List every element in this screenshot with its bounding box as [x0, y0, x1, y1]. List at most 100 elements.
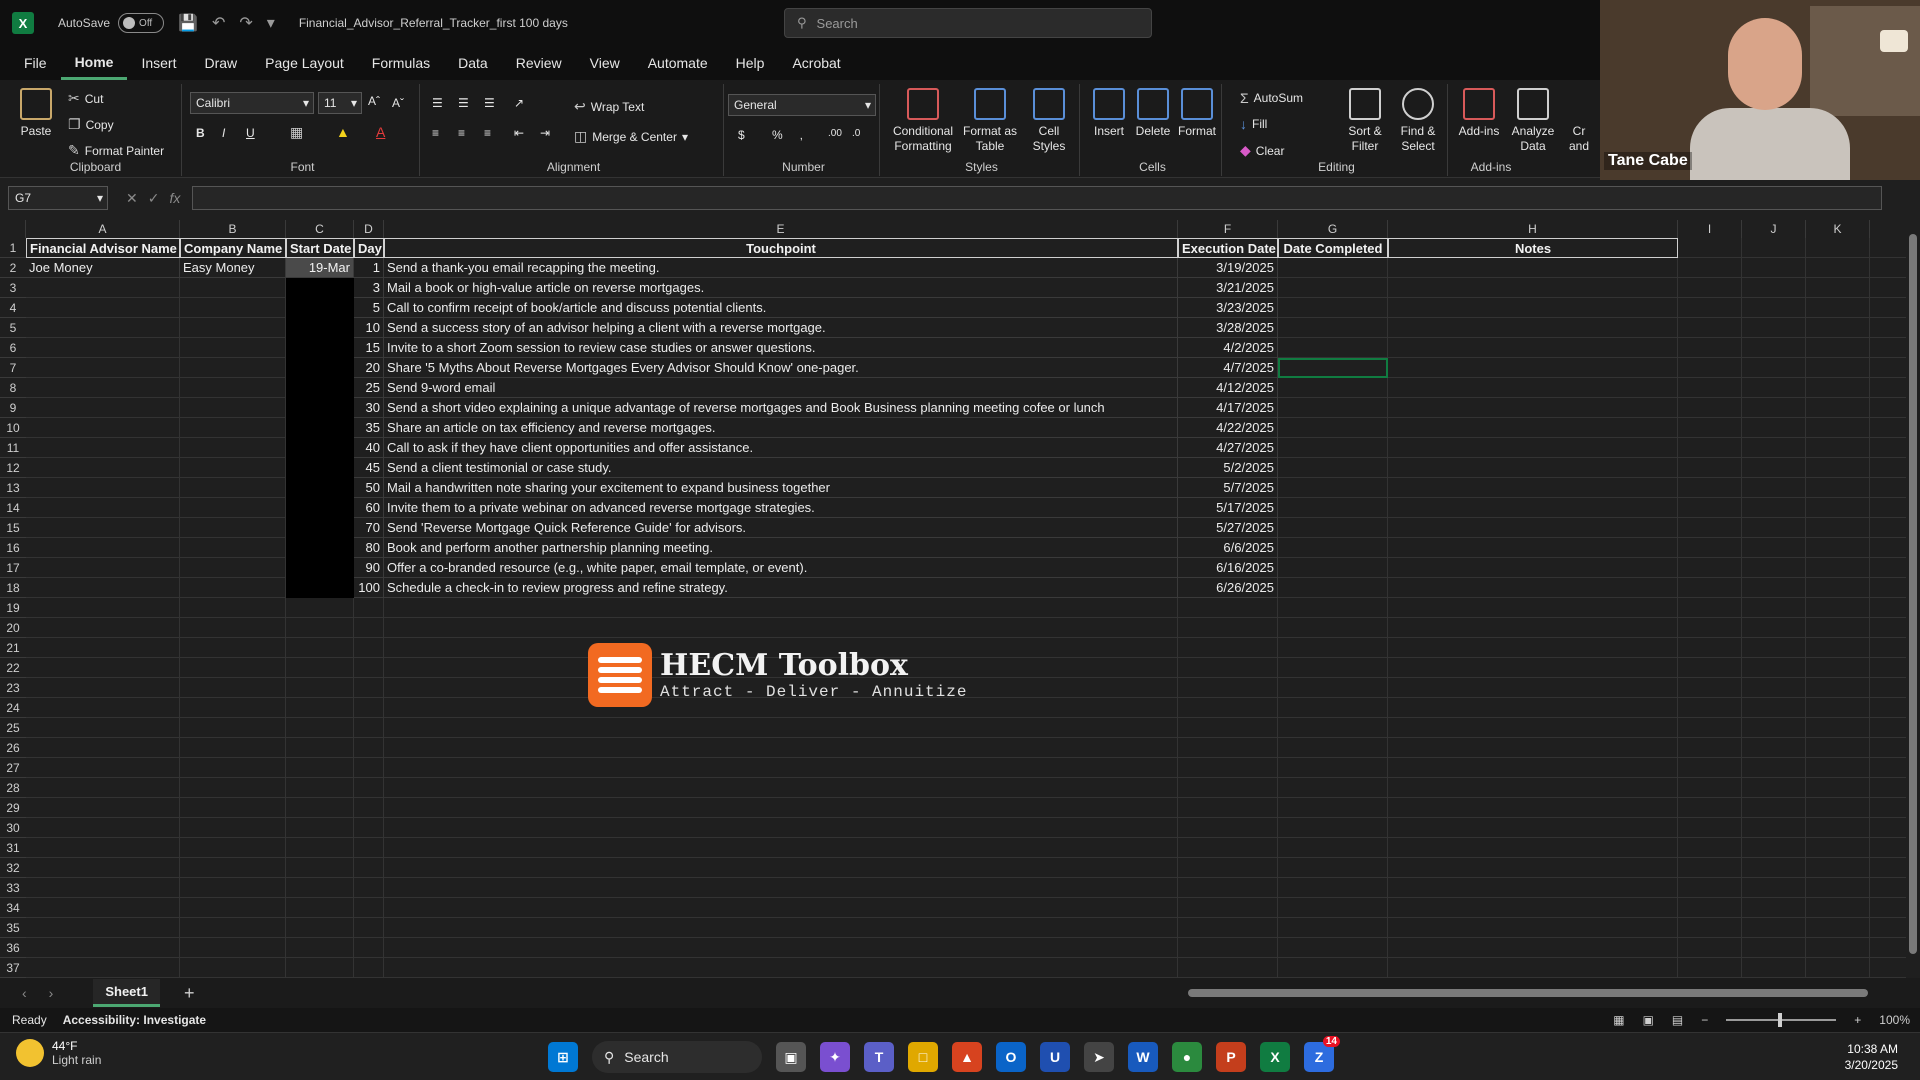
- start-date-cell[interactable]: [286, 338, 354, 358]
- borders-button[interactable]: ▦: [290, 124, 303, 141]
- touchpoint-cell[interactable]: Invite them to a private webinar on adva…: [384, 498, 1178, 518]
- page-layout-view-icon[interactable]: ▣: [1643, 1013, 1654, 1027]
- worksheet-grid[interactable]: A B C D E F G H I J K 1 2 3 4 5 6 7 8 9 10 11 12 13 14 15 16 17 18 19…: [0, 220, 1906, 978]
- row-header[interactable]: 29: [0, 798, 26, 818]
- start-date-cell[interactable]: [286, 498, 354, 518]
- cut-button[interactable]: ✂ Cut: [68, 90, 103, 107]
- touchpoint-cell[interactable]: Share '5 Myths About Reverse Mortgages E…: [384, 358, 1178, 378]
- addins-button[interactable]: Add-ins: [1456, 88, 1502, 139]
- touchpoint-cell[interactable]: Send a thank-you email recapping the mee…: [384, 258, 1178, 278]
- touchpoint-cell[interactable]: Offer a co-branded resource (e.g., white…: [384, 558, 1178, 578]
- formula-input[interactable]: [192, 186, 1883, 210]
- selected-cell-g7[interactable]: [1278, 358, 1388, 378]
- wrap-text-button[interactable]: ↩ Wrap Text: [574, 98, 644, 115]
- start-date-cell[interactable]: [286, 438, 354, 458]
- execution-date-cell[interactable]: 4/22/2025: [1178, 418, 1278, 438]
- windows-start-icon[interactable]: ⊞: [548, 1042, 578, 1072]
- row-header[interactable]: 7: [0, 358, 26, 378]
- accessibility-status[interactable]: Accessibility: Investigate: [63, 1013, 206, 1027]
- check-icon[interactable]: ✓: [148, 190, 160, 207]
- column-header-g[interactable]: G: [1278, 220, 1388, 238]
- tab-view[interactable]: View: [576, 46, 634, 80]
- row-header[interactable]: 25: [0, 718, 26, 738]
- zoom-knob[interactable]: [1778, 1013, 1783, 1027]
- copilot-icon[interactable]: ✦: [820, 1042, 850, 1072]
- row-header[interactable]: 3: [0, 278, 26, 298]
- day-cell[interactable]: 25: [354, 378, 384, 398]
- system-clock[interactable]: 10:38 AM 3/20/2025: [1845, 1041, 1898, 1073]
- tab-review[interactable]: Review: [502, 46, 576, 80]
- format-cells-button[interactable]: Format: [1176, 88, 1218, 139]
- column-header-k[interactable]: K: [1806, 220, 1870, 238]
- touchpoint-cell[interactable]: Mail a book or high-value article on rev…: [384, 278, 1178, 298]
- column-header-i[interactable]: I: [1678, 220, 1742, 238]
- vertical-scrollbar[interactable]: [1906, 220, 1920, 978]
- row-header[interactable]: 26: [0, 738, 26, 758]
- day-cell[interactable]: 70: [354, 518, 384, 538]
- row-header[interactable]: 10: [0, 418, 26, 438]
- touchpoint-cell[interactable]: Schedule a check-in to review progress a…: [384, 578, 1178, 598]
- row-header[interactable]: 32: [0, 858, 26, 878]
- column-title-start[interactable]: Start Date: [286, 238, 354, 258]
- row-header[interactable]: 9: [0, 398, 26, 418]
- tab-data[interactable]: Data: [444, 46, 502, 80]
- paste-button[interactable]: Paste: [16, 88, 56, 139]
- row-header[interactable]: 8: [0, 378, 26, 398]
- column-title-notes[interactable]: Notes: [1388, 238, 1678, 258]
- redo-icon[interactable]: ↷: [239, 13, 252, 33]
- sort-filter-button[interactable]: Sort & Filter: [1340, 88, 1390, 154]
- increase-font-button[interactable]: Aˆ: [368, 94, 380, 108]
- start-date-cell[interactable]: [286, 578, 354, 598]
- format-as-table-button[interactable]: Format as Table: [960, 88, 1020, 154]
- chevron-right-icon[interactable]: ›: [49, 985, 54, 1001]
- company-name-cell[interactable]: Easy Money: [180, 258, 286, 278]
- row-header[interactable]: 35: [0, 918, 26, 938]
- column-header-e[interactable]: E: [384, 220, 1178, 238]
- merge-center-button[interactable]: ◫ Merge & Center ▾: [574, 128, 688, 145]
- autosum-button[interactable]: Σ AutoSum: [1240, 90, 1303, 106]
- tab-page-layout[interactable]: Page Layout: [251, 46, 358, 80]
- start-date-cell[interactable]: [286, 458, 354, 478]
- row-header[interactable]: 20: [0, 618, 26, 638]
- align-bottom-icon[interactable]: ☰: [484, 96, 495, 110]
- execution-date-cell[interactable]: 5/7/2025: [1178, 478, 1278, 498]
- taskbar-search[interactable]: ⚲ Search: [592, 1041, 762, 1073]
- align-left-icon[interactable]: ≡: [432, 126, 439, 140]
- teams-icon[interactable]: T: [864, 1042, 894, 1072]
- day-cell[interactable]: 35: [354, 418, 384, 438]
- file-explorer-icon[interactable]: □: [908, 1042, 938, 1072]
- excel-taskbar-icon[interactable]: X: [1260, 1042, 1290, 1072]
- row-header[interactable]: 28: [0, 778, 26, 798]
- partial-button[interactable]: Cr and: [1562, 124, 1596, 154]
- day-cell[interactable]: 100: [354, 578, 384, 598]
- tab-automate[interactable]: Automate: [634, 46, 722, 80]
- start-date-cell[interactable]: [286, 558, 354, 578]
- row-header[interactable]: 2: [0, 258, 26, 278]
- row-header[interactable]: 11: [0, 438, 26, 458]
- decrease-font-button[interactable]: Aˇ: [392, 96, 404, 110]
- powerpoint-icon[interactable]: P: [1216, 1042, 1246, 1072]
- indent-increase-icon[interactable]: ⇥: [540, 126, 550, 140]
- execution-date-cell[interactable]: 6/16/2025: [1178, 558, 1278, 578]
- row-header[interactable]: 30: [0, 818, 26, 838]
- normal-view-icon[interactable]: ▦: [1613, 1013, 1624, 1027]
- touchpoint-cell[interactable]: Send a client testimonial or case study.: [384, 458, 1178, 478]
- row-header[interactable]: 19: [0, 598, 26, 618]
- row-header[interactable]: 1: [0, 238, 26, 258]
- execution-date-cell[interactable]: 4/17/2025: [1178, 398, 1278, 418]
- decrease-decimal-icon[interactable]: .0: [852, 128, 860, 139]
- row-header[interactable]: 5: [0, 318, 26, 338]
- document-title[interactable]: Financial_Advisor_Referral_Tracker_first…: [299, 16, 568, 30]
- cancel-icon[interactable]: ✕: [126, 190, 138, 207]
- chrome-icon[interactable]: ●: [1172, 1042, 1202, 1072]
- row-header[interactable]: 34: [0, 898, 26, 918]
- customize-toolbar-icon[interactable]: ▾: [267, 13, 275, 33]
- row-header[interactable]: 6: [0, 338, 26, 358]
- zoom-app-icon[interactable]: Z 14: [1304, 1036, 1340, 1072]
- day-cell[interactable]: 15: [354, 338, 384, 358]
- day-cell[interactable]: 3: [354, 278, 384, 298]
- start-date-cell[interactable]: [286, 378, 354, 398]
- row-header[interactable]: 23: [0, 678, 26, 698]
- advisor-name-cell[interactable]: Joe Money: [26, 258, 180, 278]
- day-cell[interactable]: 5: [354, 298, 384, 318]
